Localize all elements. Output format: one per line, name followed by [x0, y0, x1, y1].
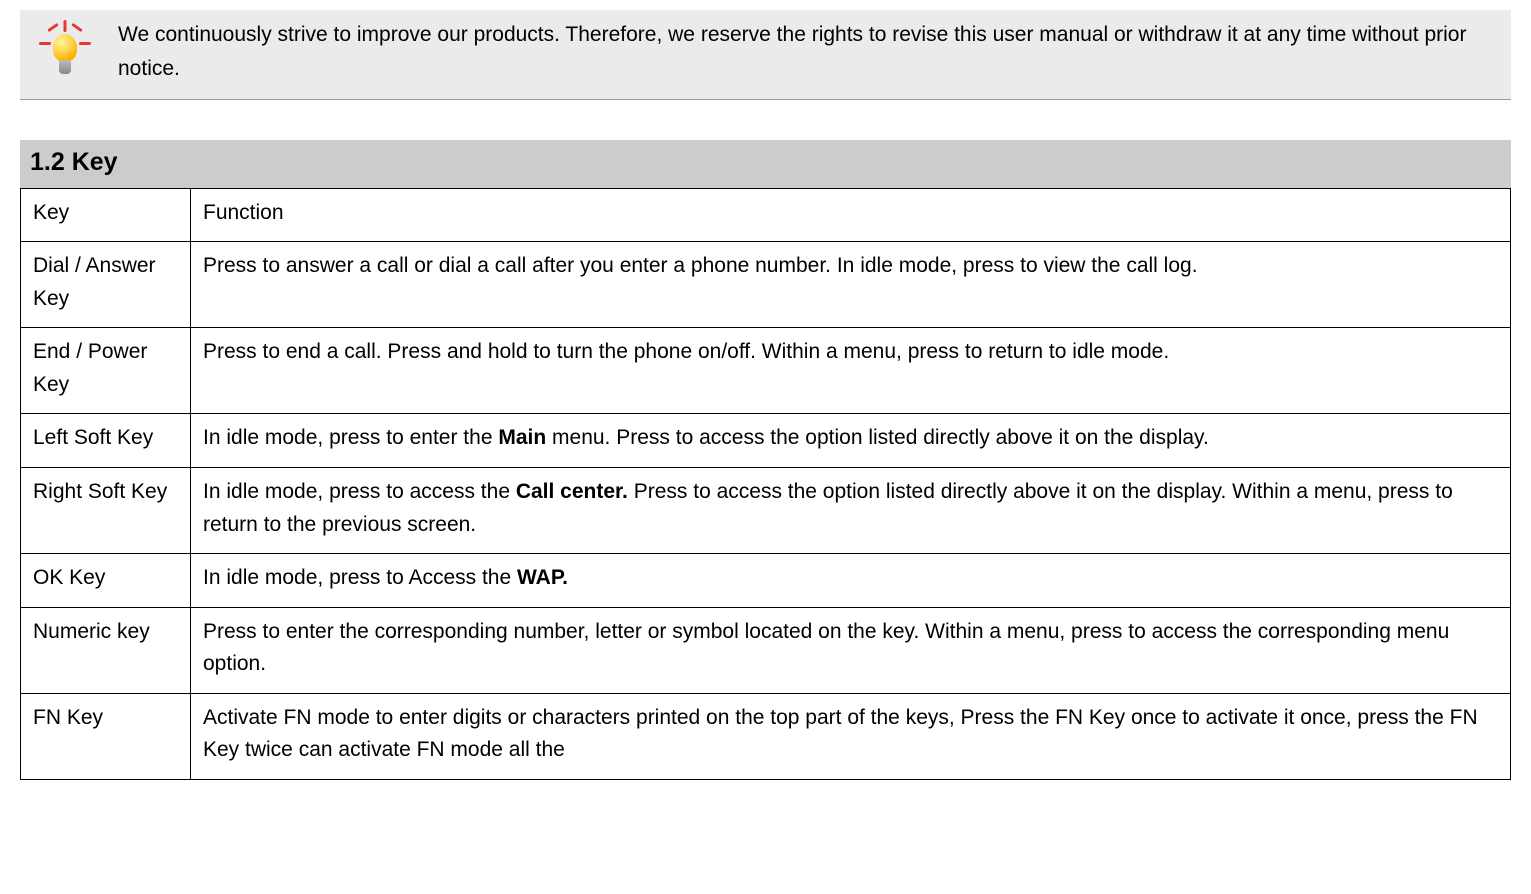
table-row: Right Soft Key In idle mode, press to ac…: [21, 467, 1511, 553]
table-header-key: Key: [21, 188, 191, 242]
table-row: Dial / Answer Key Press to answer a call…: [21, 242, 1511, 328]
key-name: Left Soft Key: [21, 414, 191, 468]
table-row: Left Soft Key In idle mode, press to ent…: [21, 414, 1511, 468]
table-row: OK Key In idle mode, press to Access the…: [21, 554, 1511, 608]
section-heading: 1.2 Key: [20, 140, 1511, 188]
key-function: Press to answer a call or dial a call af…: [191, 242, 1511, 328]
key-name: Dial / Answer Key: [21, 242, 191, 328]
key-name: FN Key: [21, 693, 191, 779]
notice-text: We continuously strive to improve our pr…: [100, 18, 1499, 85]
table-header-row: Key Function: [21, 188, 1511, 242]
table-row: Numeric key Press to enter the correspon…: [21, 607, 1511, 693]
key-function-table: Key Function Dial / Answer Key Press to …: [20, 188, 1511, 780]
key-function: In idle mode, press to Access the WAP.: [191, 554, 1511, 608]
notice-box: We continuously strive to improve our pr…: [20, 10, 1511, 100]
table-row: FN Key Activate FN mode to enter digits …: [21, 693, 1511, 779]
table-header-function: Function: [191, 188, 1511, 242]
key-function: In idle mode, press to access the Call c…: [191, 467, 1511, 553]
key-name: Right Soft Key: [21, 467, 191, 553]
lightbulb-icon: [30, 18, 100, 80]
key-function: Activate FN mode to enter digits or char…: [191, 693, 1511, 779]
key-function: In idle mode, press to enter the Main me…: [191, 414, 1511, 468]
key-name: OK Key: [21, 554, 191, 608]
key-name: Numeric key: [21, 607, 191, 693]
table-row: End / Power Key Press to end a call. Pre…: [21, 328, 1511, 414]
key-name: End / Power Key: [21, 328, 191, 414]
key-function: Press to end a call. Press and hold to t…: [191, 328, 1511, 414]
key-function: Press to enter the corresponding number,…: [191, 607, 1511, 693]
